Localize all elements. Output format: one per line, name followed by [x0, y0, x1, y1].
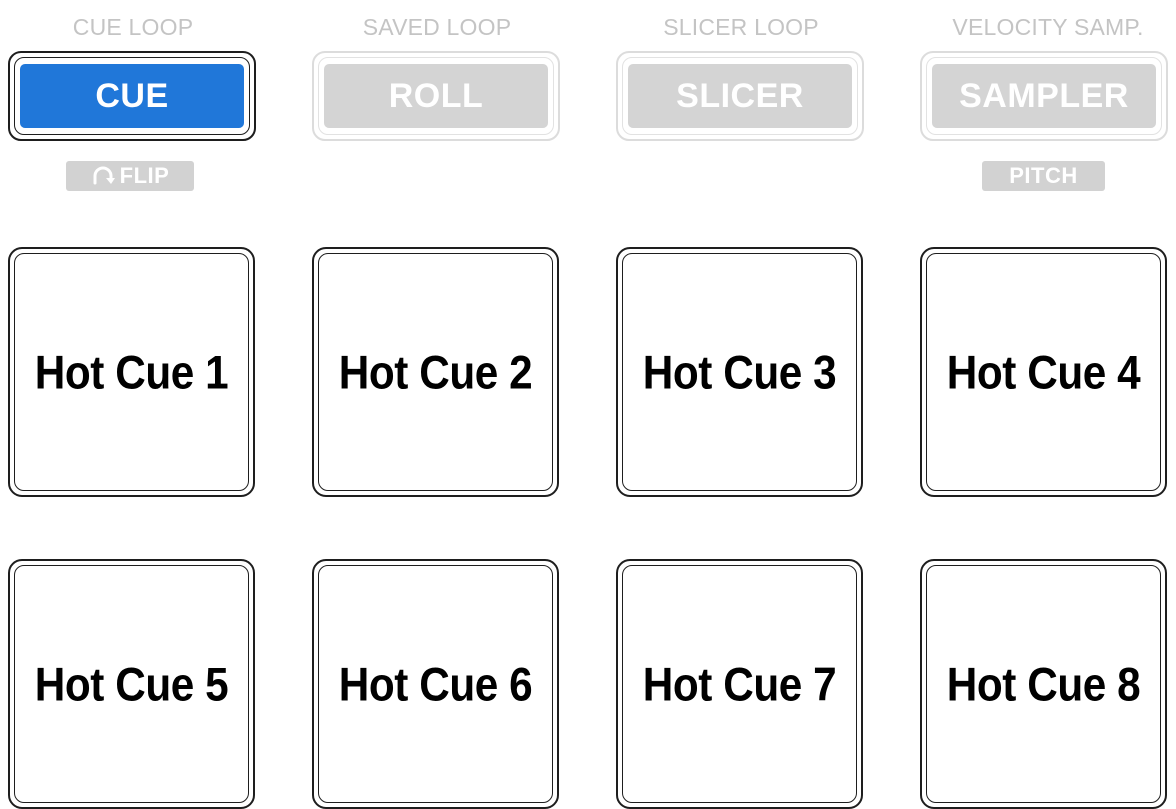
flip-icon	[93, 166, 115, 185]
pad-label: Hot Cue 5	[34, 657, 229, 711]
slicer-mode-label: SLICER	[628, 64, 852, 128]
slicer-mode-button[interactable]: SLICER	[616, 51, 864, 141]
pitch-text: PITCH	[1009, 163, 1078, 188]
hot-cue-pad-2[interactable]: Hot Cue 2	[312, 247, 559, 497]
flip-text: FLIP	[119, 163, 170, 188]
roll-mode-label: ROLL	[324, 64, 548, 128]
pad-label: Hot Cue 7	[642, 657, 837, 711]
cue-mode-label: CUE	[20, 64, 244, 128]
pitch-shift-label: PITCH	[982, 161, 1105, 191]
hot-cue-pad-7[interactable]: Hot Cue 7	[616, 559, 863, 809]
hot-cue-pad-6[interactable]: Hot Cue 6	[312, 559, 559, 809]
mode-caption-slicer-loop: SLICER LOOP	[663, 14, 819, 40]
hot-cue-pad-4[interactable]: Hot Cue 4	[920, 247, 1167, 497]
pad-label: Hot Cue 4	[946, 345, 1141, 399]
mode-caption-cue-loop: CUE LOOP	[72, 14, 194, 40]
sampler-mode-label: SAMPLER	[932, 64, 1156, 128]
hot-cue-pad-5[interactable]: Hot Cue 5	[8, 559, 255, 809]
hot-cue-pad-8[interactable]: Hot Cue 8	[920, 559, 1167, 809]
roll-mode-button[interactable]: ROLL	[312, 51, 560, 141]
pad-label: Hot Cue 6	[338, 657, 533, 711]
mode-caption-velocity-sampler: VELOCITY SAMP.	[952, 14, 1144, 40]
flip-shift-label: FLIP	[66, 161, 194, 191]
pad-label: Hot Cue 8	[946, 657, 1141, 711]
hot-cue-pad-3[interactable]: Hot Cue 3	[616, 247, 863, 497]
pad-label: Hot Cue 3	[642, 345, 837, 399]
pad-label: Hot Cue 1	[34, 345, 229, 399]
mode-caption-saved-loop: SAVED LOOP	[362, 14, 512, 40]
hot-cue-pad-1[interactable]: Hot Cue 1	[8, 247, 255, 497]
pad-label: Hot Cue 2	[338, 345, 533, 399]
sampler-mode-button[interactable]: SAMPLER	[920, 51, 1168, 141]
cue-mode-button[interactable]: CUE	[8, 51, 256, 141]
